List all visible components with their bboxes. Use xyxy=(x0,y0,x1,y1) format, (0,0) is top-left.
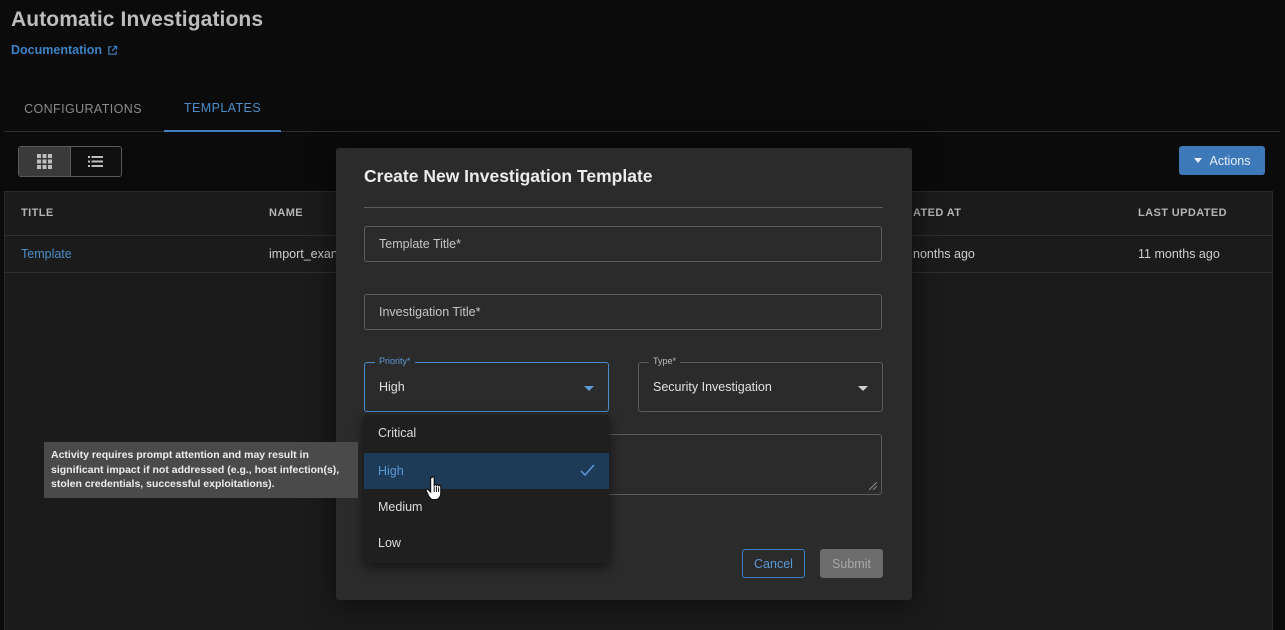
view-toggle xyxy=(18,146,122,177)
option-label: High xyxy=(378,464,404,478)
dropdown-arrow-icon xyxy=(858,386,868,391)
column-header-title[interactable]: TITLE xyxy=(21,207,54,219)
hand-pointer-icon xyxy=(425,476,442,501)
priority-value: High xyxy=(379,380,405,394)
row-created-at: nonths ago xyxy=(913,247,975,261)
priority-label: Priority* xyxy=(375,356,415,366)
column-header-last-updated[interactable]: LAST UPDATED xyxy=(1138,207,1227,219)
priority-option-low[interactable]: Low xyxy=(364,525,609,561)
investigation-title-placeholder: Investigation Title* xyxy=(379,305,481,319)
priority-tooltip: Activity requires prompt attention and m… xyxy=(44,442,358,498)
grid-icon xyxy=(36,154,52,169)
cancel-button[interactable]: Cancel xyxy=(742,549,805,578)
external-link-icon xyxy=(108,45,118,55)
submit-button[interactable]: Submit xyxy=(820,549,883,578)
column-header-name[interactable]: NAME xyxy=(269,207,303,219)
caret-down-icon xyxy=(1193,158,1202,163)
row-last-updated: 11 months ago xyxy=(1138,247,1220,261)
tab-bar: CONFIGURATIONS TEMPLATES xyxy=(4,86,1280,132)
option-label: Low xyxy=(378,536,401,550)
dropdown-arrow-icon xyxy=(584,386,594,391)
option-label: Medium xyxy=(378,500,423,514)
tab-configurations[interactable]: CONFIGURATIONS xyxy=(8,86,158,132)
row-name: import_exan xyxy=(269,247,338,261)
priority-option-medium[interactable]: Medium xyxy=(364,489,609,525)
template-title-placeholder: Template Title* xyxy=(379,237,461,251)
priority-select[interactable]: Priority* High xyxy=(364,356,609,412)
priority-dropdown-menu: Critical High Medium Low xyxy=(364,415,609,563)
priority-option-high[interactable]: High xyxy=(364,453,609,489)
list-icon xyxy=(88,156,104,167)
modal-divider xyxy=(364,207,883,208)
template-title-field[interactable]: Template Title* xyxy=(364,226,882,262)
tab-templates[interactable]: TEMPLATES xyxy=(164,86,281,132)
column-header-created-at[interactable]: ATED AT xyxy=(913,207,961,219)
checkmark-icon xyxy=(580,464,595,477)
actions-button[interactable]: Actions xyxy=(1179,146,1265,175)
list-view-button[interactable] xyxy=(71,147,122,176)
investigation-title-field[interactable]: Investigation Title* xyxy=(364,294,882,330)
type-select[interactable]: Type* Security Investigation xyxy=(638,356,883,412)
modal-title: Create New Investigation Template xyxy=(364,166,653,186)
documentation-label: Documentation xyxy=(11,43,102,57)
priority-option-critical[interactable]: Critical xyxy=(364,415,609,451)
page-title: Automatic Investigations xyxy=(11,8,264,31)
documentation-link[interactable]: Documentation xyxy=(11,43,118,57)
resize-handle-icon[interactable] xyxy=(869,482,877,490)
type-value: Security Investigation xyxy=(653,380,772,394)
description-textarea[interactable] xyxy=(606,434,882,495)
actions-label: Actions xyxy=(1209,153,1251,168)
grid-view-button[interactable] xyxy=(19,147,71,176)
type-label: Type* xyxy=(649,356,681,366)
option-label: Critical xyxy=(378,426,417,440)
row-title-link[interactable]: Template xyxy=(21,247,72,261)
